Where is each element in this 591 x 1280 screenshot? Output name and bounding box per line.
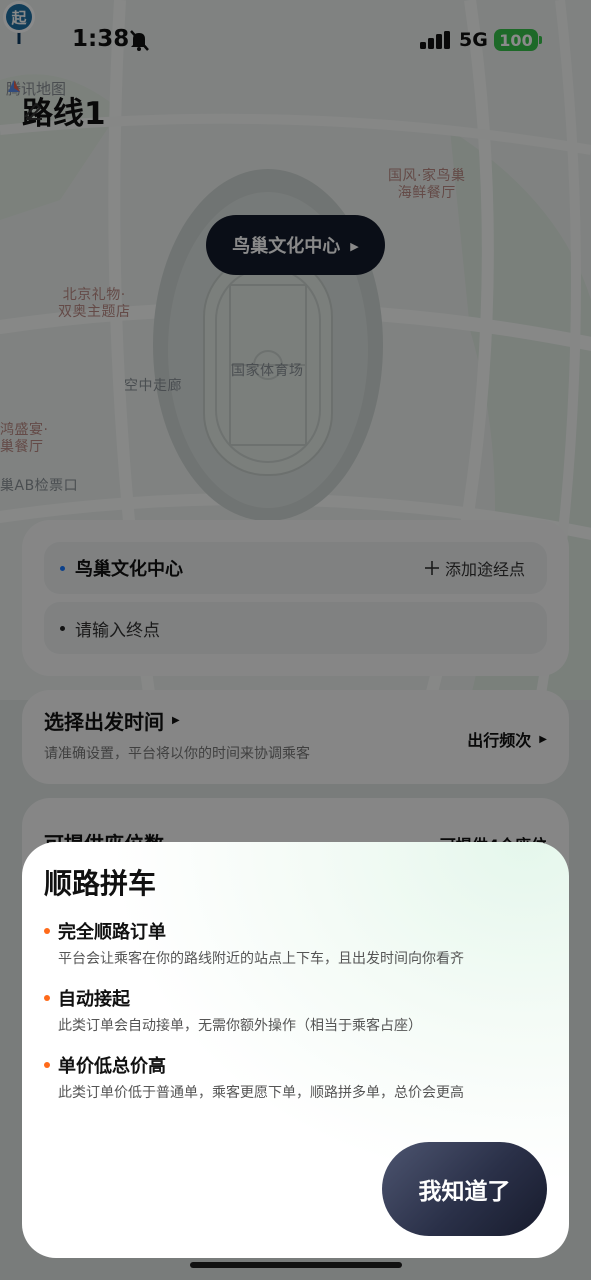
feature-title: 完全顺路订单 bbox=[58, 922, 166, 943]
bullet-dot bbox=[44, 1062, 50, 1068]
feature-title: 单价低总价高 bbox=[58, 1056, 166, 1077]
feature-description: 此类订单价低于普通单，乘客更愿下单，顺路拼多单，总价会更高 bbox=[58, 1085, 464, 1101]
feature-heading: 完全顺路订单 bbox=[44, 918, 544, 944]
home-indicator[interactable] bbox=[190, 1262, 402, 1268]
got-it-button[interactable]: 我知道了 bbox=[382, 1142, 547, 1236]
feature-title: 自动接起 bbox=[58, 989, 130, 1010]
bullet-dot bbox=[44, 928, 50, 934]
feature-item: 自动接起 此类订单会自动接单，无需你额外操作（相当于乘客占座） bbox=[44, 985, 544, 1035]
feature-item: 完全顺路订单 平台会让乘客在你的路线附近的站点上下车，且出发时间向你看齐 bbox=[44, 918, 544, 968]
feature-item: 单价低总价高 此类订单价低于普通单，乘客更愿下单，顺路拼多单，总价会更高 bbox=[44, 1052, 544, 1102]
feature-heading: 自动接起 bbox=[44, 985, 544, 1011]
carpool-info-sheet: 顺路拼车 完全顺路订单 平台会让乘客在你的路线附近的站点上下车，且出发时间向你看… bbox=[22, 842, 569, 1258]
sheet-title: 顺路拼车 bbox=[44, 867, 157, 900]
feature-description: 此类订单会自动接单，无需你额外操作（相当于乘客占座） bbox=[58, 1018, 422, 1034]
bullet-dot bbox=[44, 995, 50, 1001]
feature-heading: 单价低总价高 bbox=[44, 1052, 544, 1078]
feature-description: 平台会让乘客在你的路线附近的站点上下车，且出发时间向你看齐 bbox=[58, 951, 464, 967]
